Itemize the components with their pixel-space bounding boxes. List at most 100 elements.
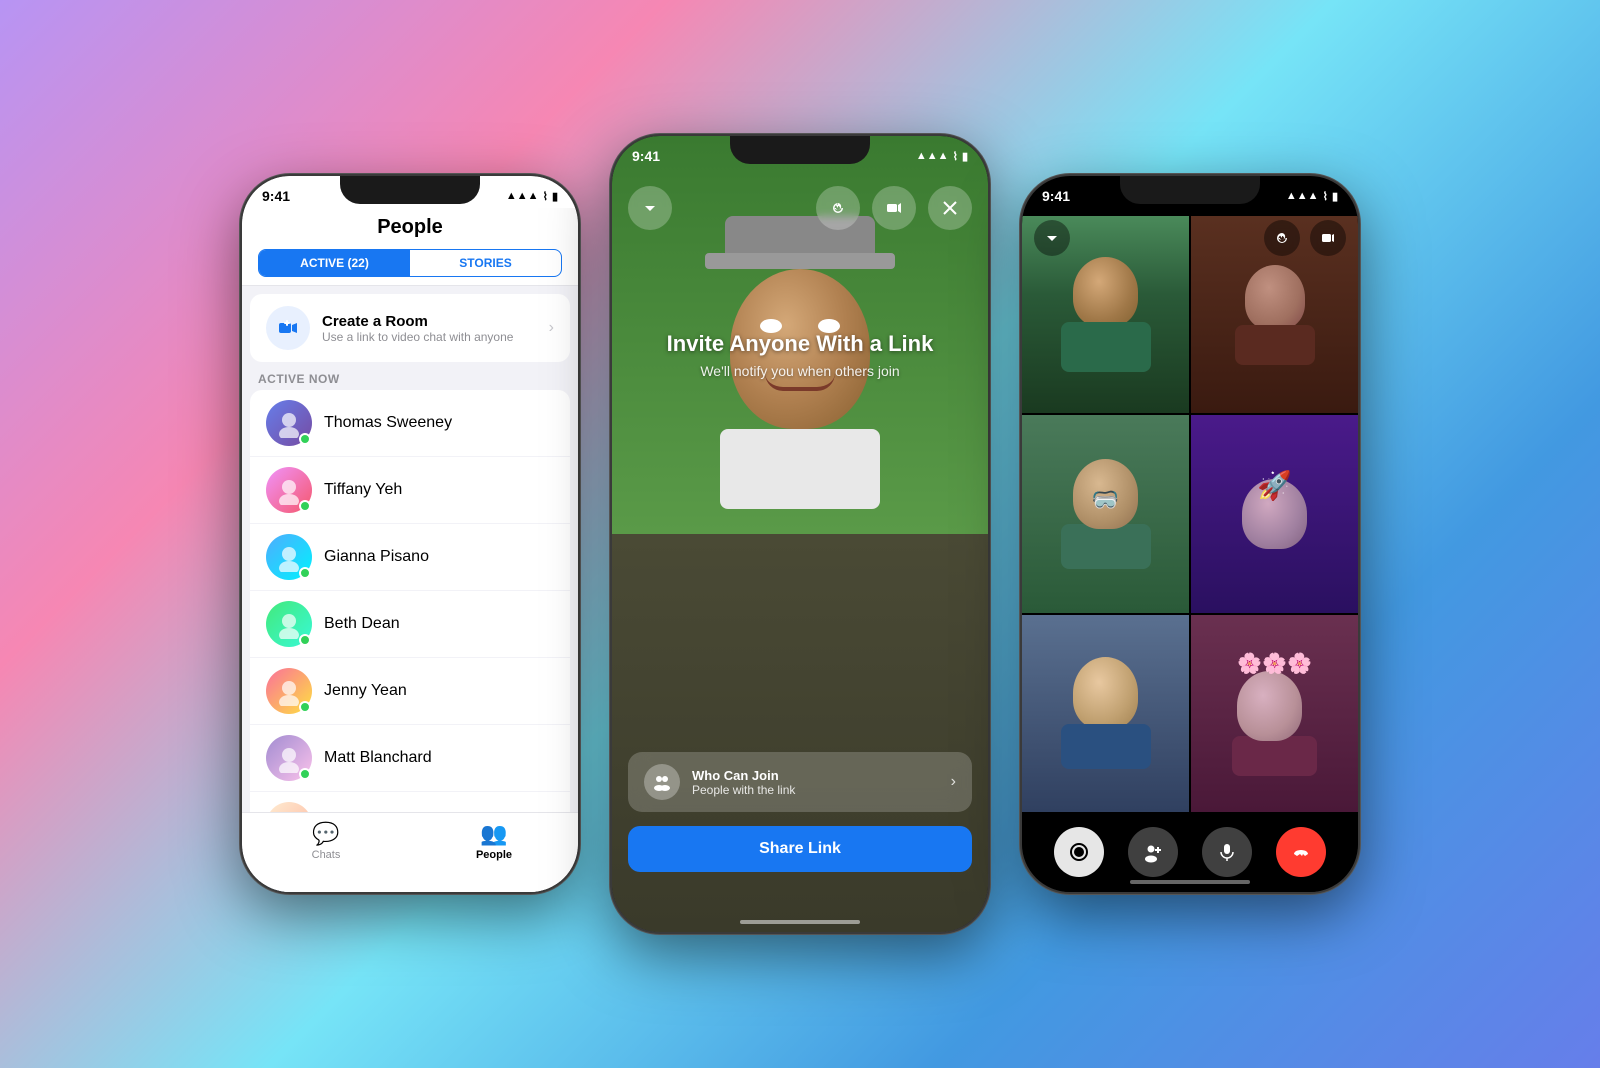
video-top-controls (612, 186, 988, 230)
nav-people-label: People (476, 849, 512, 861)
close-button[interactable] (928, 186, 972, 230)
invite-subtitle: We'll notify you when others join (612, 363, 988, 379)
mute-button[interactable] (1202, 827, 1252, 877)
grid-cell-6: 🌸🌸🌸 (1191, 615, 1358, 812)
tab-active[interactable]: ACTIVE (22) (259, 250, 410, 276)
active-now-label: ACTIVE NOW (242, 362, 578, 390)
who-text: Who Can Join People with the link (692, 768, 939, 797)
list-item[interactable]: Gianna Pisano (250, 524, 570, 591)
invite-title: Invite Anyone With a Link (612, 331, 988, 357)
people-tabs[interactable]: ACTIVE (22) STORIES (258, 249, 562, 277)
avatar-wrap (266, 668, 312, 714)
people-header: People ACTIVE (22) STORIES (242, 208, 578, 286)
minimize-button[interactable] (628, 186, 672, 230)
wifi-icon-1: ⌇ (543, 190, 548, 203)
active-indicator (299, 768, 311, 780)
grid-cell-3: 🥽 (1022, 415, 1189, 612)
tab-stories[interactable]: STORIES (410, 250, 561, 276)
signal-icon-3: ▲▲▲ (1286, 190, 1319, 202)
invite-text-block: Invite Anyone With a Link We'll notify y… (612, 331, 988, 379)
list-item[interactable]: Matt Blanchard (250, 725, 570, 792)
add-people-button[interactable] (1128, 827, 1178, 877)
create-room-icon (266, 306, 310, 350)
screen-1: 9:41 ▲▲▲ ⌇ ▮ People ACTIVE (22) STORIES (242, 176, 578, 892)
phone-notch-3 (1120, 176, 1260, 204)
active-indicator (299, 433, 311, 445)
video-button-3[interactable] (1310, 220, 1346, 256)
battery-icon-3: ▮ (1332, 190, 1338, 203)
avatar-wrap (266, 735, 312, 781)
battery-icon-1: ▮ (552, 190, 558, 203)
phone-1: 9:41 ▲▲▲ ⌇ ▮ People ACTIVE (22) STORIES (240, 174, 580, 894)
minimize-button-3[interactable] (1034, 220, 1070, 256)
time-3: 9:41 (1042, 188, 1070, 204)
time-1: 9:41 (262, 188, 290, 204)
contact-name: Matt Blanchard (324, 749, 432, 767)
signal-icon-1: ▲▲▲ (506, 190, 539, 202)
time-2: 9:41 (632, 148, 660, 164)
video-button[interactable] (872, 186, 916, 230)
video-tile-3: 🥽 (1022, 415, 1189, 612)
chat-icon: 💬 (312, 821, 339, 847)
group-icon (644, 764, 680, 800)
video-tile-6: 🌸🌸🌸 (1191, 615, 1358, 812)
signal-icon-2: ▲▲▲ (916, 150, 949, 162)
people-icon: 👥 (480, 821, 507, 847)
capture-button[interactable] (1054, 827, 1104, 877)
camera-flip-button-3[interactable] (1264, 220, 1300, 256)
avatar-wrap (266, 467, 312, 513)
status-icons-3: ▲▲▲ ⌇ ▮ (1286, 190, 1338, 203)
contact-name: Thomas Sweeney (324, 414, 452, 432)
status-icons-2: ▲▲▲ ⌇ ▮ (916, 150, 968, 163)
battery-icon-2: ▮ (962, 150, 968, 163)
page-title-people: People (258, 212, 562, 249)
create-room-subtitle: Use a link to video chat with anyone (322, 330, 537, 344)
create-room-chevron: › (549, 319, 554, 337)
list-item[interactable]: Thomas Sweeney (250, 390, 570, 457)
list-item[interactable]: Beth Dean (250, 591, 570, 658)
status-icons-1: ▲▲▲ ⌇ ▮ (506, 190, 558, 203)
video-grid: 🥽 🚀 (1022, 216, 1358, 812)
nav-chats-label: Chats (312, 849, 341, 861)
wifi-icon-2: ⌇ (953, 150, 958, 163)
end-call-button[interactable] (1276, 827, 1326, 877)
who-title: Who Can Join (692, 768, 939, 783)
grid-cell-5 (1022, 615, 1189, 812)
avatar-wrap (266, 400, 312, 446)
contact-name: Tiffany Yeh (324, 481, 402, 499)
home-indicator-3 (1130, 880, 1250, 884)
active-indicator (299, 634, 311, 646)
share-link-button[interactable]: Share Link (628, 826, 972, 872)
contact-name: Jenny Yean (324, 682, 407, 700)
phone-2: 9:41 ▲▲▲ ⌇ ▮ (610, 134, 990, 934)
screen-2: 9:41 ▲▲▲ ⌇ ▮ (612, 136, 988, 932)
who-chevron: › (951, 773, 956, 791)
active-indicator (299, 567, 311, 579)
create-room-title: Create a Room (322, 313, 537, 330)
video-tile-5 (1022, 615, 1189, 812)
grid-cell-4: 🚀 (1191, 415, 1358, 612)
wifi-icon-3: ⌇ (1323, 190, 1328, 203)
bottom-nav: 💬 Chats 👥 People (242, 812, 578, 892)
who-subtitle: People with the link (692, 783, 939, 797)
home-indicator-2 (740, 920, 860, 924)
video-tile-4: 🚀 (1191, 415, 1358, 612)
nav-item-chats[interactable]: 💬 Chats (242, 821, 410, 861)
camera-flip-button[interactable] (816, 186, 860, 230)
nav-item-people[interactable]: 👥 People (410, 821, 578, 861)
list-item[interactable]: Tiffany Yeh (250, 457, 570, 524)
create-room-row[interactable]: Create a Room Use a link to video chat w… (250, 294, 570, 362)
list-item[interactable]: Jenny Yean (250, 658, 570, 725)
create-room-text: Create a Room Use a link to video chat w… (322, 313, 537, 344)
contact-name: Gianna Pisano (324, 548, 429, 566)
contact-name: Beth Dean (324, 615, 400, 633)
avatar-wrap (266, 534, 312, 580)
screen-3: 9:41 ▲▲▲ ⌇ ▮ (1022, 176, 1358, 892)
phone-notch-2 (730, 136, 870, 164)
phone-3: 9:41 ▲▲▲ ⌇ ▮ (1020, 174, 1360, 894)
active-indicator (299, 701, 311, 713)
video-background (612, 136, 988, 932)
who-can-join-row[interactable]: Who Can Join People with the link › (628, 752, 972, 812)
phone-notch-1 (340, 176, 480, 204)
avatar-wrap (266, 601, 312, 647)
